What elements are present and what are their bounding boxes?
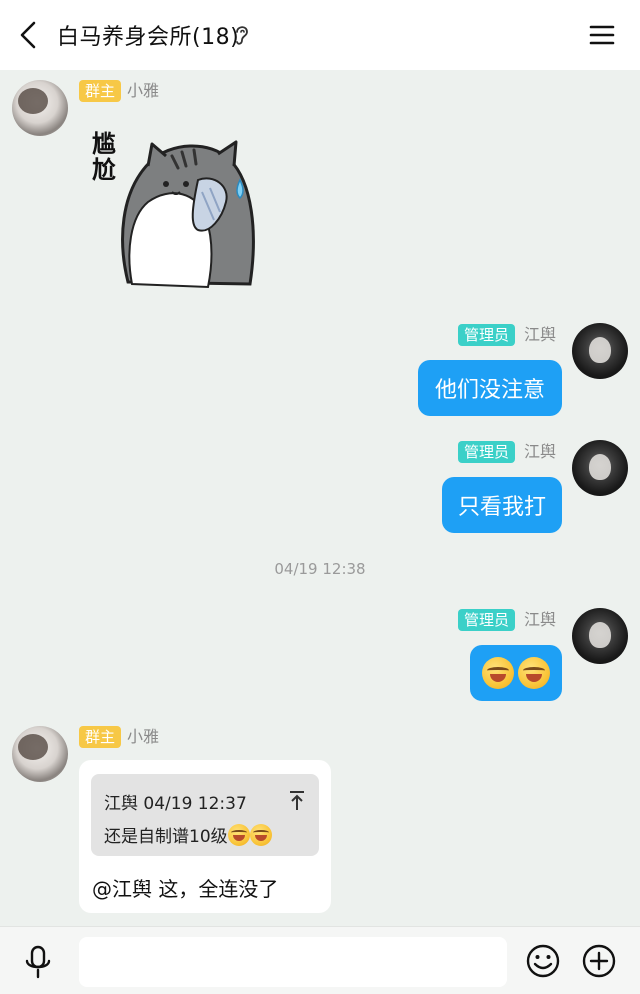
avatar-jiangyu[interactable] [572, 608, 628, 664]
sender-name: 小雅 [127, 81, 160, 100]
reply-message-bubble[interactable]: 江舆 04/19 12:37 还是自制谱10级 @江舆 这，全连没了 [79, 760, 331, 913]
crying-laughing-emoji [227, 824, 250, 846]
avatar-xiaoya[interactable] [12, 80, 68, 136]
jump-to-original-icon[interactable] [287, 788, 307, 812]
avatar-jiangyu[interactable] [572, 440, 628, 496]
avatar-jiangyu[interactable] [572, 323, 628, 379]
sender-name: 江舆 [524, 325, 557, 344]
microphone-icon[interactable] [20, 944, 56, 980]
ear-icon [236, 26, 248, 45]
chat-title[interactable]: 白马养身会所(18) [57, 19, 239, 51]
cat-sticker-awkward[interactable]: 尴 尬 [90, 122, 262, 294]
crying-laughing-emoji [249, 824, 272, 846]
message-bubble[interactable]: 他们没注意 [418, 360, 562, 416]
reply-text: @江舆 这，全连没了 [92, 877, 279, 901]
crying-laughing-emoji [518, 657, 550, 689]
input-bar [0, 926, 640, 994]
sender-name: 江舆 [524, 610, 557, 629]
avatar-xiaoya[interactable] [12, 726, 68, 782]
sticker-text-line2: 尬 [92, 156, 116, 184]
menu-button[interactable] [584, 18, 620, 52]
message-bubble[interactable]: 只看我打 [442, 477, 562, 533]
sender-name: 小雅 [127, 727, 160, 746]
message-input[interactable] [79, 937, 507, 987]
role-badge-admin: 管理员 [458, 609, 516, 631]
hamburger-menu-icon [589, 25, 615, 45]
role-badge-owner: 群主 [79, 726, 122, 748]
crying-laughing-emoji [482, 657, 514, 689]
role-badge-admin: 管理员 [458, 441, 516, 463]
emoji-message-bubble[interactable] [470, 645, 562, 701]
smiley-icon[interactable] [525, 943, 561, 979]
quoted-author-time: 江舆 04/19 12:37 [104, 794, 247, 814]
back-button[interactable] [10, 14, 46, 56]
quoted-text: 还是自制谱10级 [104, 822, 272, 847]
chevron-left-icon [20, 21, 36, 49]
sticker-text-line1: 尴 [92, 130, 116, 158]
chat-header: 白马养身会所(18) [0, 0, 640, 70]
sender-name: 江舆 [524, 442, 557, 461]
chat-timestamp: 04/19 12:38 [274, 560, 366, 578]
quoted-message[interactable]: 江舆 04/19 12:37 还是自制谱10级 [91, 774, 319, 856]
plus-circle-icon[interactable] [581, 943, 617, 979]
role-badge-admin: 管理员 [458, 324, 516, 346]
role-badge-owner: 群主 [79, 80, 122, 102]
